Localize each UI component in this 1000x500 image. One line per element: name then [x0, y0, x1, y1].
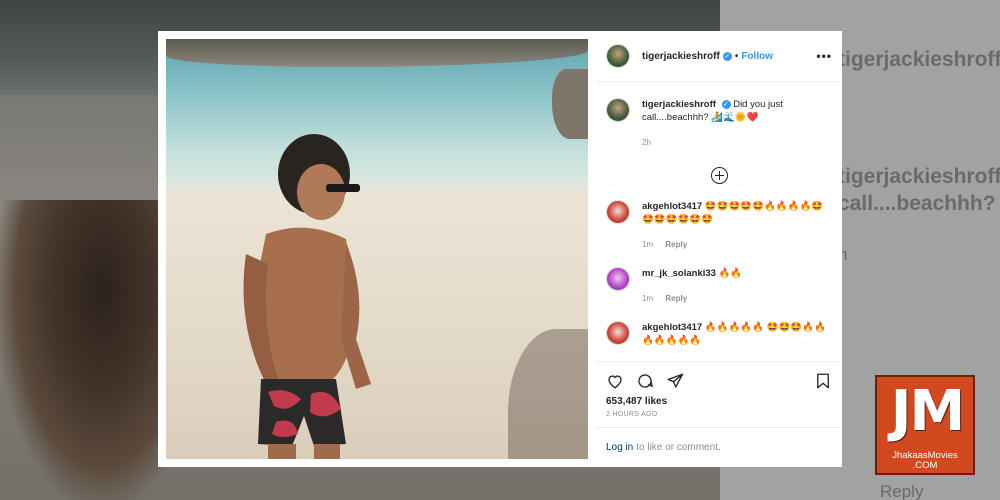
- verified-badge-icon: ✓: [722, 51, 732, 61]
- caption: tigerjackieshroff ✓ Did you just call...…: [606, 82, 832, 149]
- comment-avatar[interactable]: [606, 200, 630, 224]
- comments-list: tigerjackieshroff ✓ Did you just call...…: [596, 82, 842, 361]
- comment-body: akgehlot3417 🤩🤩🤩🤩🤩🔥🔥🔥🔥🤩🤩🤩🤩🤩🤩🤩 1m Reply: [642, 200, 832, 251]
- post-header: tigerjackieshroff ✓ • Follow •••: [596, 31, 842, 82]
- comment-meta: 1m Reply: [642, 292, 742, 305]
- share-icon[interactable]: [666, 372, 684, 390]
- post-side-panel: tigerjackieshroff ✓ • Follow ••• tigerja…: [596, 31, 842, 467]
- caption-body: tigerjackieshroff ✓ Did you just call...…: [642, 98, 832, 149]
- post-photo: [158, 31, 596, 467]
- list-item: akgehlot3417 🔥🔥🔥🔥🔥 🤩🤩🤩🔥🔥🔥🔥🔥🔥🔥: [606, 321, 832, 347]
- comment-body: mr_jk_solanki33 🔥🔥 1m Reply: [642, 267, 742, 305]
- login-text: to like or comment.: [636, 442, 721, 453]
- caption-time: 2h: [642, 138, 651, 147]
- caption-avatar[interactable]: [606, 98, 630, 122]
- plus-circle-icon[interactable]: [710, 167, 728, 184]
- comment-username[interactable]: akgehlot3417: [642, 201, 702, 212]
- post-modal: tigerjackieshroff ✓ • Follow ••• tigerja…: [158, 31, 842, 467]
- login-link[interactable]: Log in: [606, 442, 633, 453]
- comment-avatar[interactable]: [606, 267, 630, 291]
- comment-icon[interactable]: [636, 372, 654, 390]
- comment-time: 1m: [642, 294, 654, 303]
- man-figure: [243, 134, 371, 459]
- more-options-icon[interactable]: •••: [816, 49, 832, 63]
- comment-body: akgehlot3417 🔥🔥🔥🔥🔥 🤩🤩🤩🔥🔥🔥🔥🔥🔥🔥: [642, 321, 832, 347]
- comment-username[interactable]: mr_jk_solanki33: [642, 268, 716, 279]
- list-item: akgehlot3417 🤩🤩🤩🤩🤩🔥🔥🔥🔥🤩🤩🤩🤩🤩🤩🤩 1m Reply: [606, 200, 832, 251]
- rock-right: [552, 69, 588, 139]
- comment-meta: 1m Reply: [642, 238, 832, 251]
- logo-letters: JM: [890, 379, 966, 444]
- reply-button[interactable]: Reply: [665, 294, 687, 303]
- action-bar: 653,487 likes 2 HOURS AGO: [596, 361, 842, 427]
- jhakaasmovies-logo: JM JhakaasMovies .COM: [875, 375, 975, 475]
- bookmark-icon[interactable]: [814, 372, 832, 390]
- login-prompt: Log in to like or comment.: [596, 427, 842, 467]
- verified-badge-icon: ✓: [721, 99, 731, 109]
- avatar[interactable]: [606, 44, 630, 68]
- logo-line-2: .COM: [912, 460, 938, 471]
- comment-avatar[interactable]: [606, 321, 630, 345]
- comment-time: 1m: [642, 240, 654, 249]
- likes-count[interactable]: 653,487 likes: [606, 396, 832, 407]
- reply-button[interactable]: Reply: [665, 240, 687, 249]
- list-item: mr_jk_solanki33 🔥🔥 1m Reply: [606, 267, 832, 305]
- logo-text: JhakaasMovies .COM: [877, 451, 973, 471]
- comment-text: 🔥🔥: [718, 268, 743, 279]
- post-time: 2 HOURS AGO: [606, 411, 658, 418]
- beach-photo[interactable]: [166, 39, 588, 459]
- caption-username[interactable]: tigerjackieshroff: [642, 99, 716, 110]
- heart-icon[interactable]: [606, 372, 624, 390]
- separator-dot: •: [734, 50, 739, 62]
- comment-username[interactable]: akgehlot3417: [642, 322, 702, 333]
- follow-button[interactable]: Follow: [741, 51, 773, 62]
- username-link[interactable]: tigerjackieshroff: [642, 51, 720, 62]
- action-icons: [606, 370, 832, 392]
